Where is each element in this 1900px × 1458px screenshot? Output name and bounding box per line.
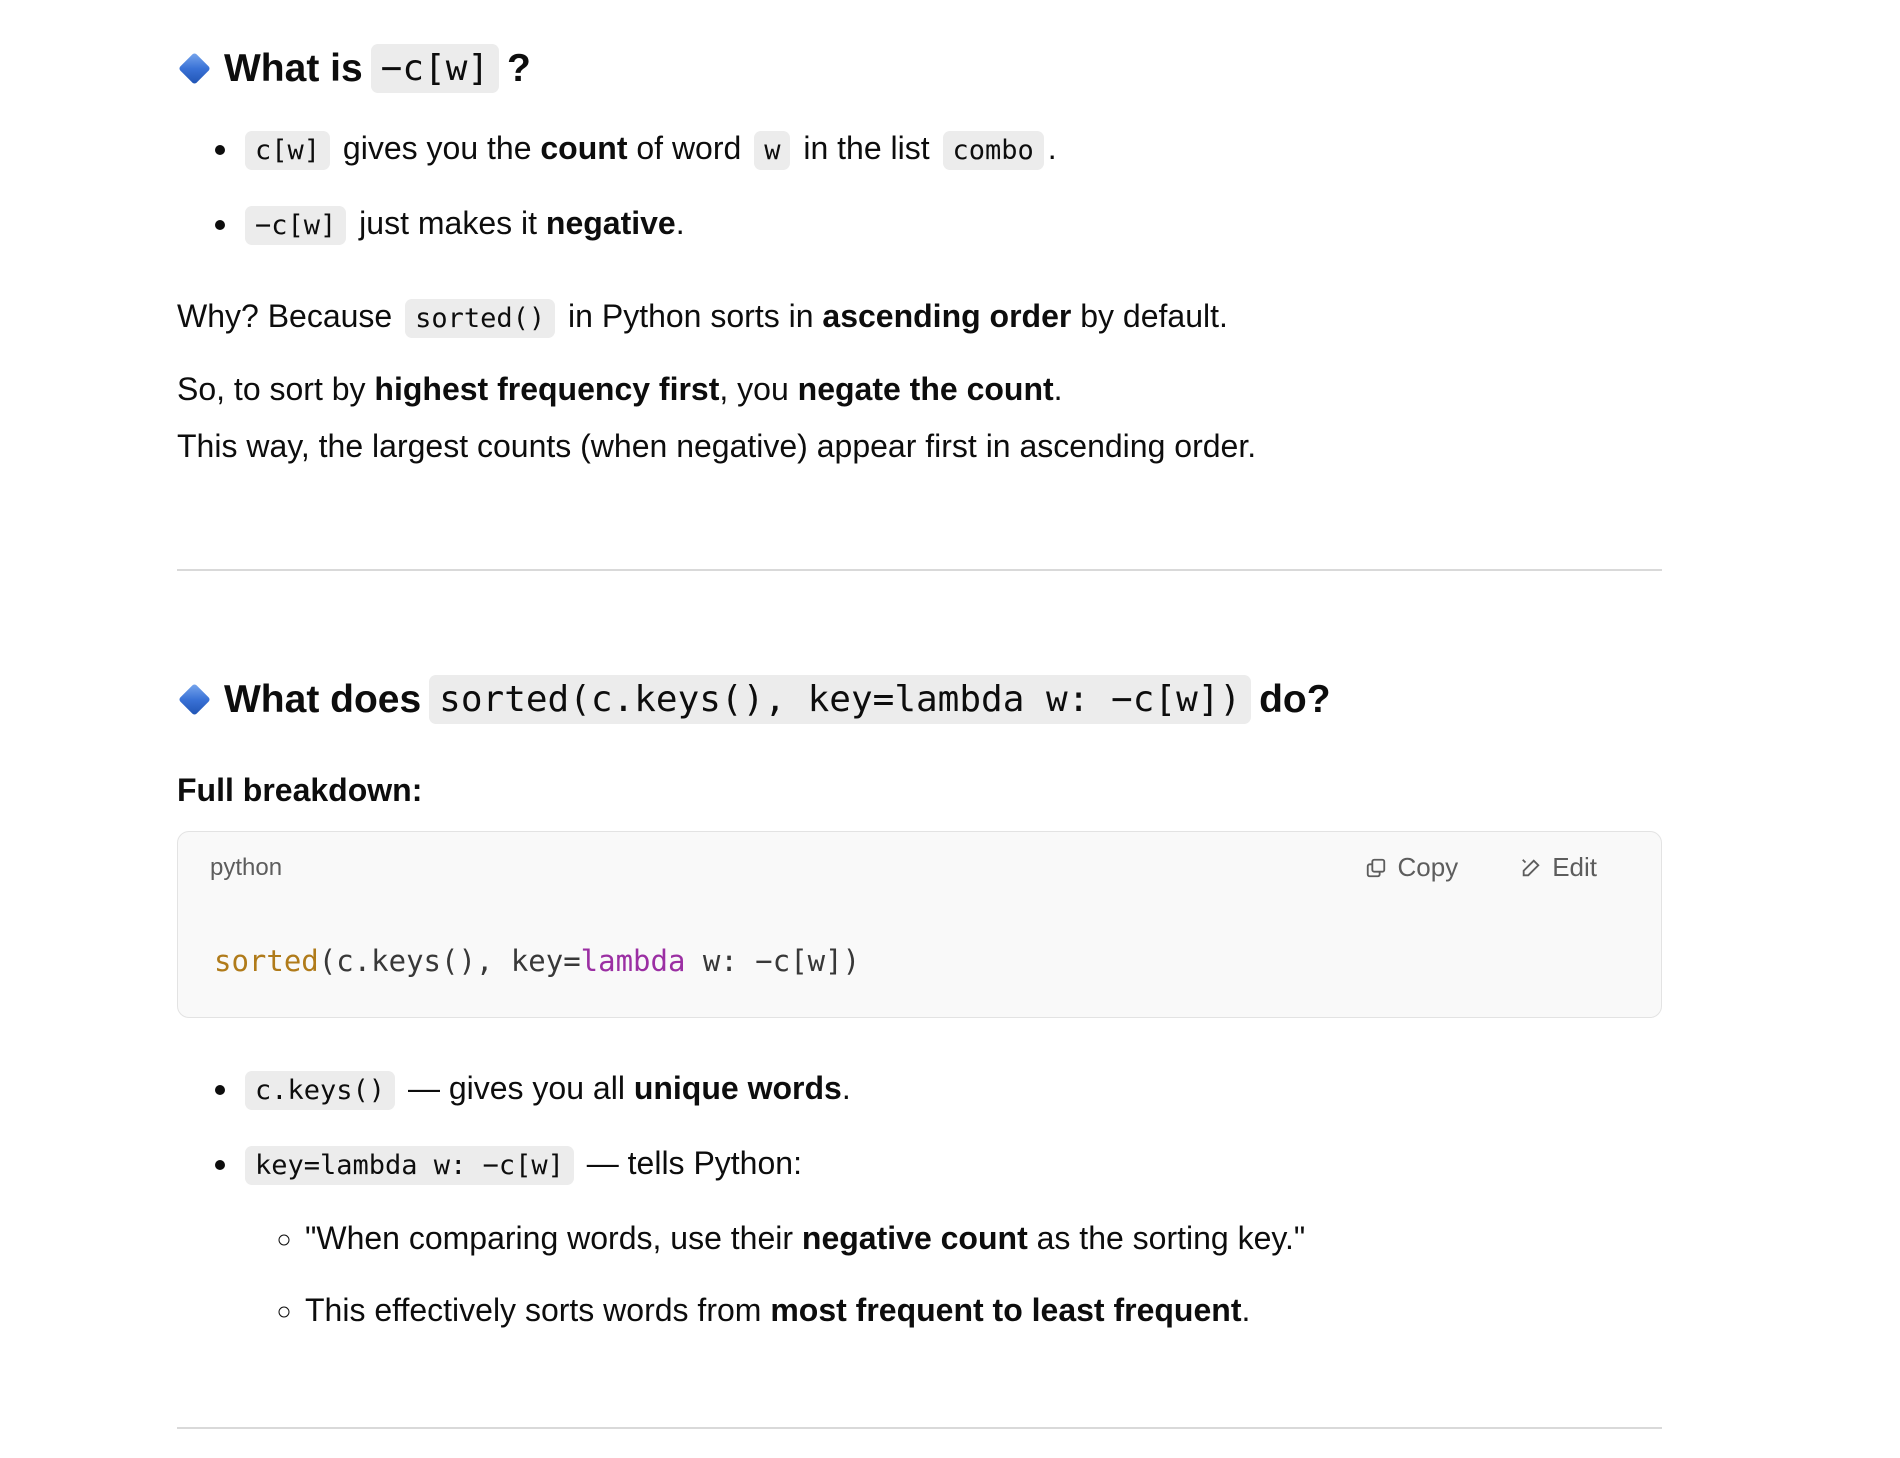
divider — [177, 569, 1662, 571]
code-block: python Copy Edit sorted(c.keys(), key=la… — [177, 831, 1662, 1018]
edit-pencil-icon — [1522, 858, 1540, 876]
text: , you — [719, 371, 789, 407]
text: "When comparing words, use their — [305, 1220, 794, 1256]
text: in the list — [803, 130, 930, 166]
list-item: −c[w] just makes it negative. — [241, 201, 1726, 248]
paragraph-so: So, to sort by highest frequency first, … — [177, 367, 1063, 411]
text: . — [1241, 1292, 1251, 1328]
heading-what-does: What does sorted(c.keys(), key=lambda w:… — [177, 675, 1331, 724]
list-item: key=lambda w: −c[w] — tells Python: "Whe… — [241, 1141, 1726, 1332]
code-language-label: python — [210, 854, 283, 881]
text: just makes it — [359, 205, 537, 241]
text: . — [841, 1070, 851, 1106]
subheading: Full breakdown: — [177, 772, 423, 808]
inline-code: −c[w] — [245, 206, 347, 245]
code-token: (c.keys(), key= — [318, 944, 581, 978]
heading-text: What does — [224, 677, 422, 721]
inline-code: c[w] — [245, 131, 331, 170]
inline-code: w — [754, 131, 791, 170]
inline-code: sorted() — [405, 299, 556, 338]
bold-text: negative — [545, 205, 676, 241]
code-actions: Copy Edit — [1365, 852, 1597, 883]
text: This effectively sorts words from — [305, 1292, 762, 1328]
heading-text: What is — [224, 46, 363, 90]
text: . — [675, 205, 685, 241]
blue-diamond-icon — [178, 683, 211, 716]
section-2: What does sorted(c.keys(), key=lambda w:… — [177, 675, 1331, 724]
inline-code: c.keys() — [245, 1071, 396, 1110]
text: of word — [636, 130, 742, 166]
bullet-list-2: c.keys() — gives you all unique words. k… — [177, 1066, 1726, 1360]
text: by default. — [1080, 298, 1228, 334]
bold-text: ascending order — [822, 298, 1072, 334]
text: So, to sort by — [177, 371, 366, 407]
copy-button[interactable]: Copy — [1365, 852, 1458, 883]
bold-text: count — [540, 130, 628, 166]
text: gives you the — [342, 130, 532, 166]
code-token: w: −c[w]) — [685, 944, 861, 978]
text: . — [1053, 371, 1063, 407]
text: in Python sorts in — [568, 298, 814, 334]
copy-icon — [1367, 858, 1386, 877]
section-1: What is −c[w] ? — [177, 44, 531, 93]
edit-label: Edit — [1552, 852, 1597, 882]
heading-what-is: What is −c[w] ? — [177, 44, 531, 93]
heading-code: −c[w] — [370, 44, 500, 93]
nested-bullet-list: "When comparing words, use their negativ… — [241, 1216, 1726, 1332]
divider — [177, 1427, 1662, 1429]
bold-text: most frequent to least frequent — [770, 1292, 1242, 1328]
paragraph-why: Why? Because sorted() in Python sorts in… — [177, 294, 1228, 341]
code-token-keyword: lambda — [580, 944, 686, 978]
text: — tells Python: — [586, 1145, 802, 1181]
code-line: sorted(c.keys(), key=lambda w: −c[w]) — [214, 944, 860, 978]
heading-code: sorted(c.keys(), key=lambda w: −c[w]) — [429, 675, 1252, 724]
bold-text: negate the count — [797, 371, 1054, 407]
text: . — [1047, 130, 1057, 166]
bold-text: negative count — [801, 1220, 1028, 1256]
text: — gives you all — [407, 1070, 625, 1106]
heading-suffix: do? — [1259, 677, 1331, 721]
list-item: c[w] gives you the count of word w in th… — [241, 126, 1726, 173]
copy-label: Copy — [1397, 852, 1459, 882]
text: Why? Because — [177, 298, 393, 334]
blue-diamond-icon — [178, 52, 211, 85]
inline-code: combo — [942, 131, 1044, 170]
list-item: "When comparing words, use their negativ… — [305, 1216, 1726, 1260]
paragraph-this-way: This way, the largest counts (when negat… — [177, 428, 1257, 464]
bold-text: highest frequency first — [374, 371, 720, 407]
code-token-function: sorted — [214, 944, 319, 978]
text: as the sorting key." — [1036, 1220, 1306, 1256]
list-item: c.keys() — gives you all unique words. — [241, 1066, 1726, 1113]
edit-button[interactable]: Edit — [1520, 852, 1597, 883]
list-item: This effectively sorts words from most f… — [305, 1288, 1726, 1332]
heading-suffix: ? — [507, 46, 531, 90]
inline-code: key=lambda w: −c[w] — [245, 1146, 574, 1185]
bold-text: unique words — [633, 1070, 842, 1106]
bullet-list-1: c[w] gives you the count of word w in th… — [177, 126, 1726, 276]
